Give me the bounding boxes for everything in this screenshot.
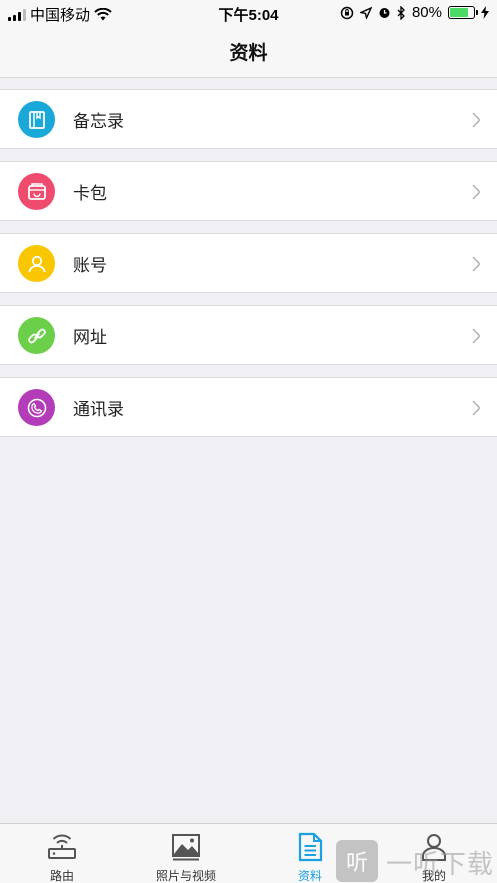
page-title: 资料 xyxy=(229,43,268,64)
list-item-contacts[interactable]: 通讯录 xyxy=(0,377,497,437)
chevron-right-icon xyxy=(472,400,481,416)
phone-icon xyxy=(18,389,55,426)
watermark-text: 一听下载 xyxy=(386,849,495,879)
bluetooth-icon xyxy=(397,5,405,20)
link-icon xyxy=(18,317,55,354)
orientation-lock-icon xyxy=(340,6,354,19)
list-item-label: 卡包 xyxy=(73,183,107,203)
data-list: 备忘录 卡包 账号 网址 通讯录 xyxy=(0,89,497,449)
chevron-right-icon xyxy=(472,112,481,128)
user-icon xyxy=(18,245,55,282)
battery-icon xyxy=(448,6,478,19)
list-item-memo[interactable]: 备忘录 xyxy=(0,89,497,149)
tab-router[interactable]: 路由 xyxy=(0,824,124,883)
charging-icon xyxy=(481,6,489,19)
list-item-label: 通讯录 xyxy=(73,399,124,419)
list-item-label: 备忘录 xyxy=(73,111,124,131)
tab-photos-videos[interactable]: 照片与视频 xyxy=(124,824,248,883)
chevron-right-icon xyxy=(472,184,481,200)
battery-percent: 80% xyxy=(411,4,442,21)
status-right: 80% xyxy=(340,4,489,21)
document-icon xyxy=(298,832,323,862)
chevron-right-icon xyxy=(472,328,481,344)
router-icon xyxy=(48,834,76,859)
location-icon xyxy=(359,6,372,19)
alarm-icon xyxy=(379,8,390,18)
watermark: 听 一听下载 xyxy=(336,838,496,883)
list-item-label: 账号 xyxy=(73,255,107,275)
notebook-icon xyxy=(18,101,55,138)
chevron-right-icon xyxy=(472,256,481,272)
tab-label: 照片与视频 xyxy=(155,869,216,883)
list-item-account[interactable]: 账号 xyxy=(0,233,497,293)
list-item-label: 网址 xyxy=(73,327,107,347)
watermark-badge: 听 xyxy=(336,840,378,882)
status-bar: 中国移动 下午5:04 80% xyxy=(0,0,497,26)
tab-label: 路由 xyxy=(49,869,74,883)
list-item-website[interactable]: 网址 xyxy=(0,305,497,365)
nav-bar: 资料 xyxy=(0,26,497,78)
photo-icon xyxy=(172,834,200,861)
list-item-wallet[interactable]: 卡包 xyxy=(0,161,497,221)
wallet-icon xyxy=(18,173,55,210)
